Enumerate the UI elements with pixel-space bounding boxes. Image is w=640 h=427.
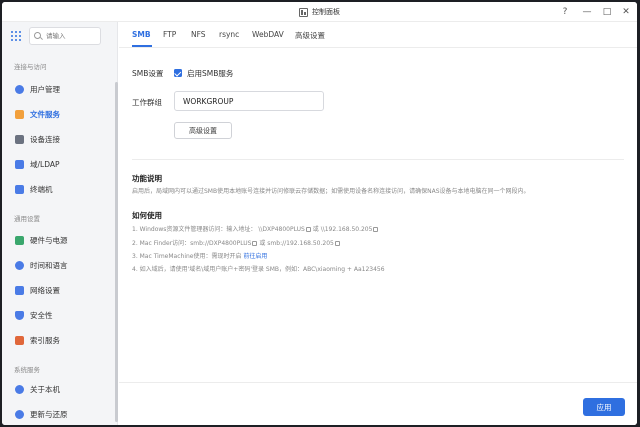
howto-step-1: 1. Windows资源文件管理器访问：输入地址： \\DXP4800PLUS … <box>132 224 379 233</box>
network-icon <box>15 285 24 295</box>
smb-setting-label: SMB设置 <box>132 69 164 78</box>
sidebar-item-time-language[interactable]: 时间和语言 <box>2 255 114 275</box>
sidebar-item-update-restore[interactable]: 更新与还原 <box>2 404 114 424</box>
feature-description-title: 功能说明 <box>132 174 162 183</box>
tab-advanced[interactable]: 高级设置 <box>295 30 325 41</box>
tab-ftp[interactable]: FTP <box>163 30 176 39</box>
title-bar: 控制面板 ? — □ ✕ <box>2 2 637 22</box>
sidebar-item-security[interactable]: 安全性 <box>2 305 114 325</box>
how-to-use-title: 如何使用 <box>132 211 162 220</box>
sidebar-scrollbar[interactable] <box>115 82 118 422</box>
sidebar-item-user-management[interactable]: 用户管理 <box>2 79 114 99</box>
device-icon <box>15 134 24 144</box>
section-label-general: 通用设置 <box>14 215 40 223</box>
sidebar: 连接与访问 用户管理 文件服务 设备连接 域/LDAP 终端机 通用设置 硬件与… <box>2 22 118 425</box>
feature-description-text: 启用后，局域网内可以通过SMB使用本地账号连接并访问修联云存储数据；如需使用设备… <box>132 188 530 195</box>
howto-step-2: 2. Mac Finder访问：smb://DXP4800PLUS 或 smb:… <box>132 238 340 247</box>
folder-icon <box>15 109 24 119</box>
section-divider <box>132 159 624 160</box>
minimize-icon[interactable]: — <box>579 2 595 22</box>
workgroup-input[interactable] <box>174 91 324 111</box>
sidebar-item-domain-ldap[interactable]: 域/LDAP <box>2 154 114 174</box>
user-icon <box>15 84 24 94</box>
enable-smb-checkbox[interactable] <box>174 69 182 77</box>
tab-nfs[interactable]: NFS <box>191 30 206 39</box>
sidebar-item-terminal[interactable]: 终端机 <box>2 179 114 199</box>
control-panel-window: 控制面板 ? — □ ✕ 连接与访问 用户管理 文件服务 设备连接 域/LDAP <box>2 2 637 425</box>
power-icon <box>15 235 24 245</box>
maximize-icon[interactable]: □ <box>599 2 615 22</box>
sidebar-item-about[interactable]: 关于本机 <box>2 379 114 399</box>
workgroup-label: 工作群组 <box>132 98 162 107</box>
copy-icon[interactable] <box>373 227 379 232</box>
copy-icon[interactable] <box>334 241 340 246</box>
enable-smb-label[interactable]: 启用SMB服务 <box>187 68 233 79</box>
tab-smb[interactable]: SMB <box>132 30 151 39</box>
shield-icon <box>15 310 24 320</box>
howto-step-3: 3. Mac TimeMachine使用：需现时开启 前往启用 <box>132 253 268 260</box>
section-label-access: 连接与访问 <box>14 63 47 71</box>
help-icon[interactable]: ? <box>557 2 573 22</box>
clock-icon <box>15 260 24 270</box>
info-icon <box>15 384 24 394</box>
sidebar-item-hardware-power[interactable]: 硬件与电源 <box>2 230 114 250</box>
apps-grid-icon[interactable] <box>11 31 21 41</box>
close-icon[interactable]: ✕ <box>618 2 634 22</box>
sidebar-item-device-connection[interactable]: 设备连接 <box>2 129 114 149</box>
control-panel-icon <box>299 7 308 17</box>
apply-button[interactable]: 应用 <box>583 398 625 416</box>
domain-icon <box>15 159 24 169</box>
tab-bar: SMB FTP NFS rsync WebDAV 高级设置 <box>119 22 637 48</box>
advanced-settings-button[interactable]: 高级设置 <box>174 122 232 139</box>
howto-step-4: 4. 如入域后，请使用'域名\域用户账户+密码'登录 SMB，例如：ABC\xi… <box>132 266 385 273</box>
section-label-system: 系统服务 <box>14 366 40 374</box>
tab-rsync[interactable]: rsync <box>219 30 239 39</box>
enable-timemachine-link[interactable]: 前往启用 <box>243 253 267 260</box>
tab-webdav[interactable]: WebDAV <box>252 30 284 39</box>
index-icon <box>15 335 24 345</box>
window-title: 控制面板 <box>312 8 340 16</box>
sidebar-item-file-services[interactable]: 文件服务 <box>2 104 114 124</box>
footer-divider <box>119 382 637 383</box>
search-icon <box>34 32 41 39</box>
sidebar-item-network[interactable]: 网络设置 <box>2 280 114 300</box>
sidebar-item-index-service[interactable]: 索引服务 <box>2 330 114 350</box>
main-panel: SMB FTP NFS rsync WebDAV 高级设置 SMB设置 启用SM… <box>119 22 637 425</box>
refresh-icon <box>15 409 24 419</box>
active-tab-indicator <box>132 45 152 47</box>
terminal-icon <box>15 184 24 194</box>
